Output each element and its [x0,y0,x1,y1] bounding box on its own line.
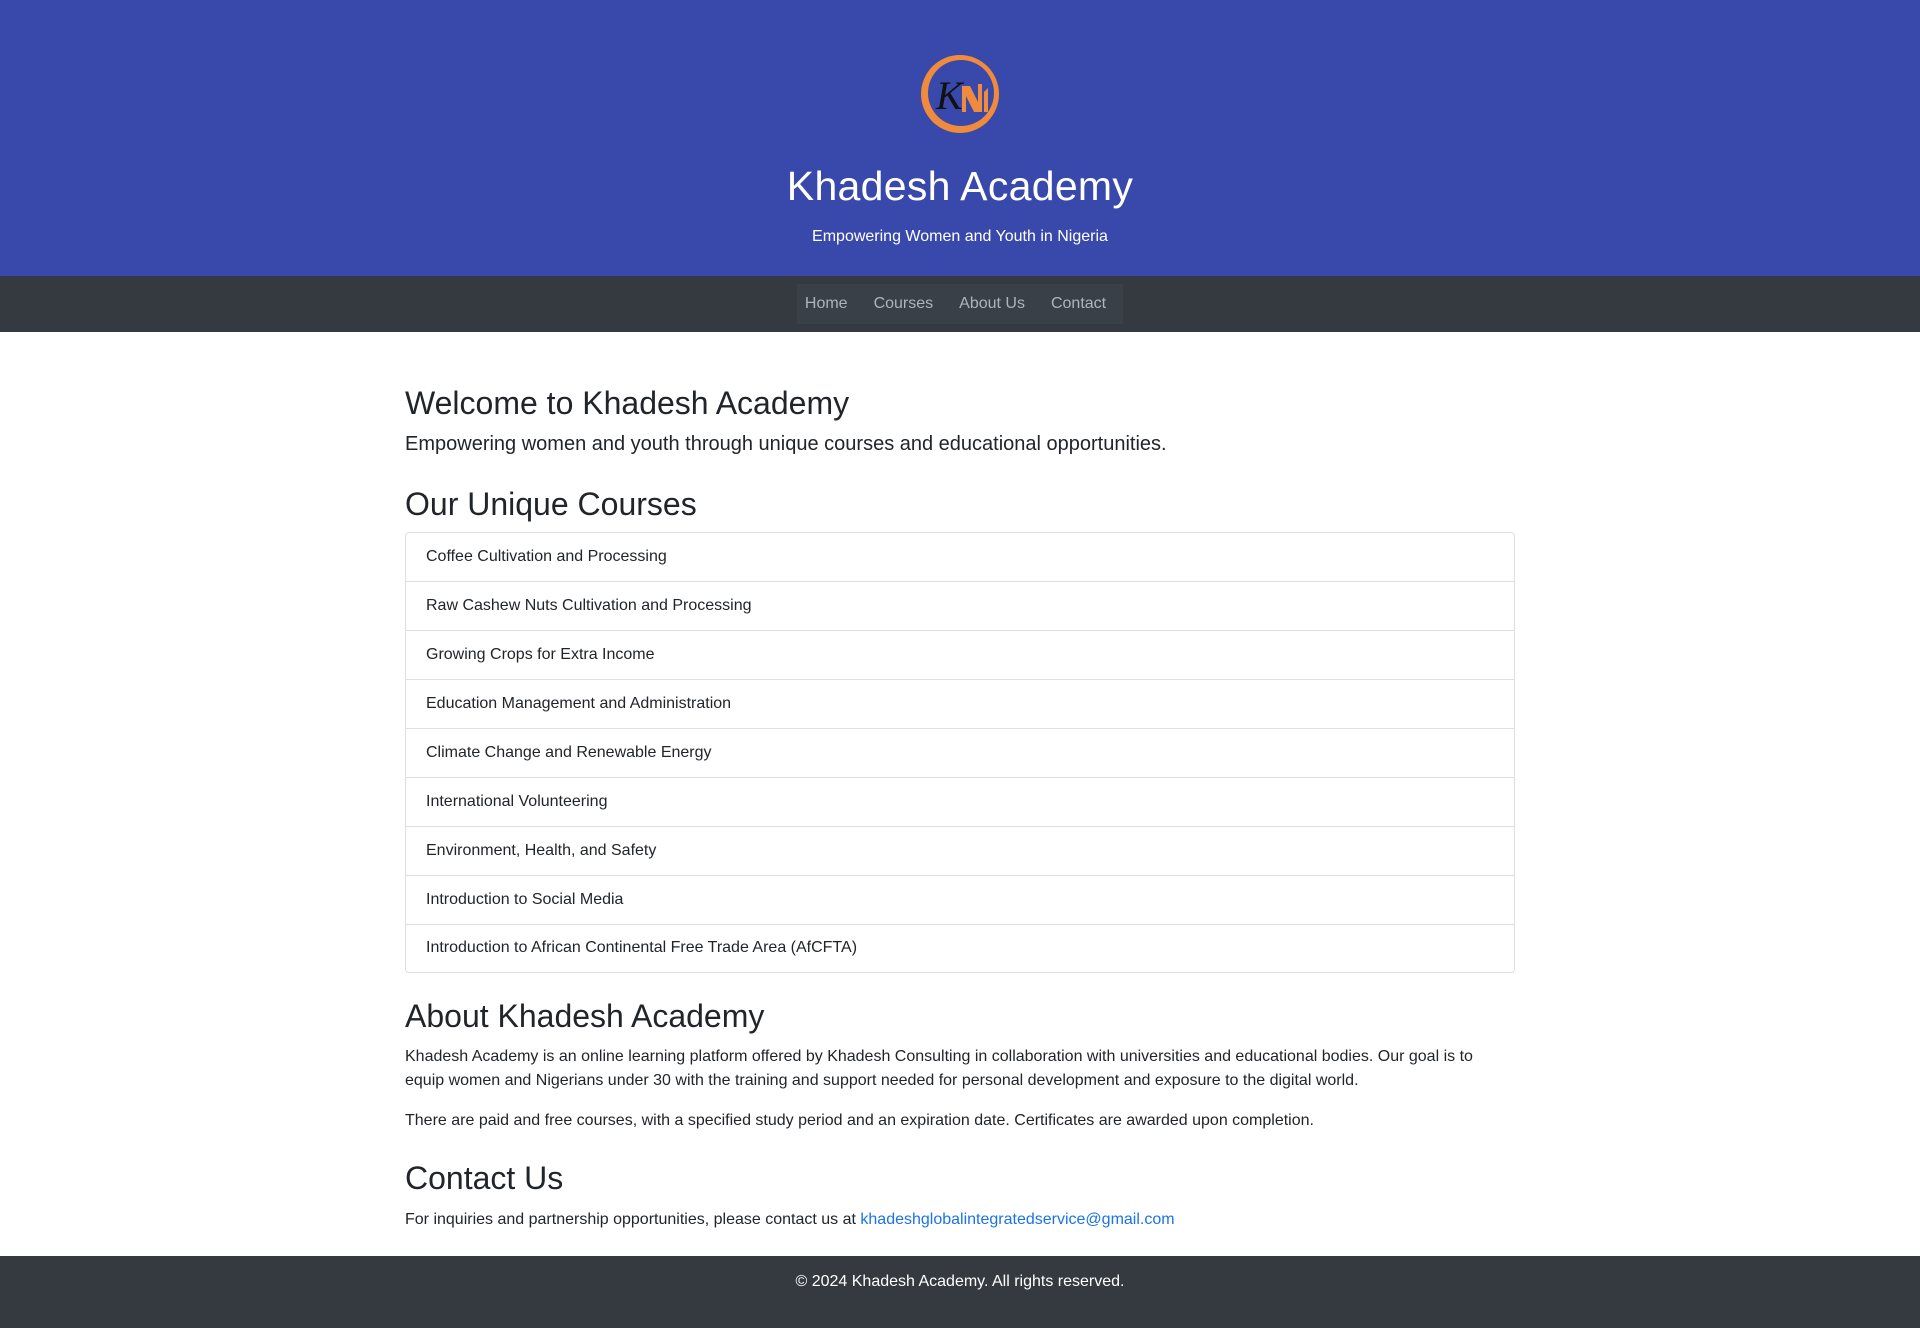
course-list-item: Introduction to Social Media [406,876,1514,925]
course-list: Coffee Cultivation and Processing Raw Ca… [405,531,1515,973]
nav-link-about-us[interactable]: About Us [951,284,1033,324]
about-section: About Khadesh Academy Khadesh Academy is… [405,997,1515,1133]
course-list-item: Raw Cashew Nuts Cultivation and Processi… [406,582,1514,631]
contact-heading: Contact Us [405,1160,564,1197]
nav-link-home[interactable]: Home [797,284,856,324]
hero-header: K Khadesh Academy Empowering Women and Y… [0,0,1920,276]
course-list-item: Growing Crops for Extra Income [406,631,1514,680]
course-list-item: Introduction to African Continental Free… [426,939,858,957]
welcome-heading: Welcome to Khadesh Academy [405,385,850,421]
nav-links: Home Courses About Us Contact [796,284,1124,324]
main-content: Welcome to Khadesh Academy Empowering wo… [405,332,1515,1256]
courses-heading: Our Unique Courses [405,486,697,523]
course-list-item: Coffee Cultivation and Processing [406,533,1514,582]
contact-intro: For inquiries and partnership opportunit… [405,1210,856,1228]
page: K Khadesh Academy Empowering Women and Y… [0,0,1920,1328]
site-footer: © 2024 Khadesh Academy. All rights reser… [0,1256,1920,1328]
contact-section: Contact Us For inquiries and partnership… [405,1159,1515,1231]
contact-text: For inquiries and partnership opportunit… [405,1208,1515,1232]
svg-text:K: K [935,73,965,118]
about-heading: About Khadesh Academy [405,997,765,1034]
welcome-section: Welcome to Khadesh Academy Empowering wo… [405,384,1515,456]
site-tagline: Empowering Women and Youth in Nigeria [812,228,1108,246]
course-list-item: Environment, Health, and Safety [406,827,1514,876]
course-list-item: Climate Change and Renewable Energy [406,729,1514,778]
course-list-item: Education Management and Administration [406,680,1514,729]
nav-link-courses[interactable]: Courses [866,284,942,324]
site-title: Khadesh Academy [786,163,1134,209]
contact-email-link[interactable]: khadeshglobalintegratedservice@gmail.com [860,1211,1174,1228]
about-paragraph-1: Khadesh Academy is an online learning pl… [405,1048,1473,1090]
about-paragraph-2: There are paid and free courses, with a … [405,1112,1314,1130]
course-list-item: International Volunteering [406,778,1514,827]
nav-link-contact[interactable]: Contact [1043,284,1114,324]
footer-copyright: © 2024 Khadesh Academy. All rights reser… [795,1273,1125,1290]
khadesh-logo-icon: K [918,52,999,137]
courses-section: Our Unique Courses Coffee Cultivation an… [405,485,1515,973]
main-navbar: Home Courses About Us Contact [0,276,1920,332]
welcome-lead: Empowering women and youth through uniqu… [405,433,1167,456]
